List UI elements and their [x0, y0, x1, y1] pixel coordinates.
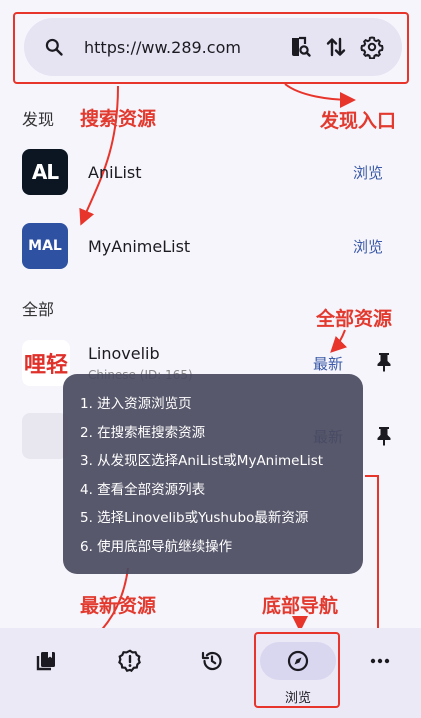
annotation-discover-entry: 发现入口: [320, 110, 397, 132]
list-item-title: MyAnimeList: [88, 236, 191, 256]
annotation-bottom-nav: 底部导航: [262, 595, 339, 617]
updates-icon[interactable]: [92, 642, 168, 680]
linovelib-logo: 哩轻: [22, 340, 70, 386]
more-icon[interactable]: [342, 642, 418, 680]
bottom-nav: 浏览: [0, 628, 421, 718]
annotation-latest-sources: 最新资源: [80, 595, 157, 617]
popup-step: 5. 选择Linovelib或Yushubo最新资源: [80, 510, 309, 527]
popup-step: 3. 从发现区选择AniList或MyAnimeList: [80, 453, 324, 470]
list-item-title: AniList: [88, 162, 142, 182]
latest-button[interactable]: 最新: [313, 353, 343, 374]
nav-library[interactable]: [8, 628, 84, 718]
popup-step: 2. 在搜索框搜索资源: [80, 424, 206, 441]
pin-icon[interactable]: [375, 351, 393, 373]
browse-tab-highlight: [254, 632, 340, 708]
annotation-all-sources: 全部资源: [316, 308, 393, 330]
section-all-label: 全部: [22, 300, 55, 319]
arrow-discover-entry: [284, 83, 356, 108]
source-logo: [22, 413, 68, 459]
popup-step: 4. 查看全部资源列表: [80, 481, 206, 498]
annotation-search-sources: 搜索资源: [80, 108, 157, 130]
nav-updates[interactable]: [92, 628, 168, 718]
list-item-myanimelist[interactable]: MAL MyAnimeList 浏览: [0, 216, 421, 276]
pin-icon[interactable]: [375, 425, 393, 447]
anilist-logo: AL: [22, 149, 68, 195]
browse-button[interactable]: 浏览: [353, 236, 383, 257]
popup-step: 6. 使用底部导航继续操作: [80, 538, 233, 555]
list-item-anilist[interactable]: AL AniList 浏览: [0, 142, 421, 202]
library-icon[interactable]: [8, 642, 84, 680]
list-item-title: Linovelib: [88, 344, 160, 363]
arrow-more: [365, 475, 386, 644]
myanimelist-logo: MAL: [22, 223, 68, 269]
popup-step: 1. 进入资源浏览页: [80, 396, 192, 412]
steps-popup: 1. 进入资源浏览页 2. 在搜索框搜索资源 3. 从发现区选择AniList或…: [63, 374, 363, 574]
section-discover-label: 发现: [22, 110, 55, 129]
history-icon[interactable]: [174, 642, 250, 680]
nav-more[interactable]: [342, 628, 418, 718]
browse-button[interactable]: 浏览: [353, 162, 383, 183]
nav-history[interactable]: [174, 628, 250, 718]
